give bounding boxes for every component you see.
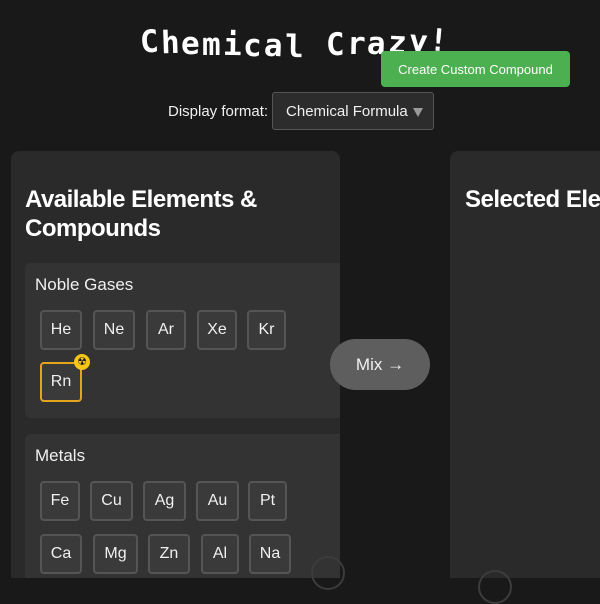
element-button-ar[interactable]: Ar: [146, 310, 186, 350]
chevron-down-icon: [413, 108, 424, 117]
group-title: Metals: [35, 446, 86, 465]
element-symbol: Kr: [258, 321, 275, 338]
available-elements-panel: Available Elements & Compounds Noble Gas…: [11, 151, 340, 578]
selected-elements-panel: Selected Elements: [450, 151, 600, 578]
title-letter: e: [181, 25, 203, 63]
element-symbol: Rn: [50, 373, 72, 390]
element-button-ne[interactable]: Ne: [93, 310, 135, 350]
loading-ring-icon: [478, 570, 512, 604]
display-format-value: Chemical Formula: [286, 102, 408, 120]
loading-ring-icon: [311, 556, 345, 590]
title-letter: C: [325, 26, 348, 64]
element-button-ag[interactable]: Ag: [143, 481, 186, 521]
element-symbol: He: [50, 321, 72, 338]
element-button-au[interactable]: Au: [196, 481, 239, 521]
title-letter: m: [202, 27, 223, 63]
element-symbol: Pt: [259, 492, 276, 509]
available-elements-heading: Available Elements & Compounds: [25, 186, 257, 242]
title-letter: h: [160, 24, 182, 62]
element-button-fe[interactable]: Fe: [40, 481, 80, 521]
title-letter: a: [263, 27, 286, 65]
display-format-row: Display format: Chemical Formula: [168, 92, 435, 130]
element-symbol: Na: [259, 545, 281, 562]
title-letter: C: [140, 24, 162, 61]
create-custom-compound-button[interactable]: Create Custom Compound: [381, 51, 570, 87]
element-symbol: Cu: [101, 492, 122, 509]
element-symbol: Ne: [103, 321, 125, 338]
mix-button[interactable]: Mix →: [330, 339, 430, 390]
element-symbol: Ar: [158, 321, 174, 338]
element-button-kr[interactable]: Kr: [247, 310, 286, 350]
element-symbol: Ag: [154, 492, 175, 509]
group-noble-gases: Noble Gases He Ne Ar Xe Kr Rn ☢: [25, 263, 340, 418]
group-metals: Metals Fe Cu Ag Au Pt Ca Mg Zn Al Na: [25, 434, 340, 578]
selected-elements-heading: Selected Elements: [465, 186, 600, 213]
element-symbol: Zn: [159, 545, 179, 562]
element-button-cu[interactable]: Cu: [90, 481, 133, 521]
element-button-ca[interactable]: Ca: [40, 534, 82, 574]
group-title: Noble Gases: [35, 275, 134, 294]
element-button-he[interactable]: He: [40, 310, 82, 350]
element-symbol: Xe: [207, 321, 227, 338]
element-symbol: Mg: [104, 545, 127, 562]
element-button-zn[interactable]: Zn: [148, 534, 190, 574]
title-letter: i: [222, 26, 244, 64]
element-symbol: Au: [207, 492, 228, 509]
title-letter: [305, 28, 326, 64]
title-letter: l: [284, 28, 306, 66]
element-button-mg[interactable]: Mg: [93, 534, 138, 574]
display-format-select[interactable]: Chemical Formula: [272, 92, 435, 130]
element-symbol: Al: [212, 545, 228, 562]
element-button-rn[interactable]: Rn ☢: [40, 354, 90, 402]
title-letter: r: [346, 25, 368, 63]
element-button-pt[interactable]: Pt: [248, 481, 287, 521]
title-letter: c: [243, 27, 265, 65]
element-button-al[interactable]: Al: [201, 534, 239, 574]
element-button-xe[interactable]: Xe: [197, 310, 237, 350]
element-button-na[interactable]: Na: [249, 534, 291, 574]
display-format-label: Display format:: [168, 102, 269, 120]
element-symbol: Fe: [50, 492, 70, 509]
element-symbol: Ca: [50, 545, 72, 562]
radioactive-icon: ☢: [74, 354, 90, 370]
